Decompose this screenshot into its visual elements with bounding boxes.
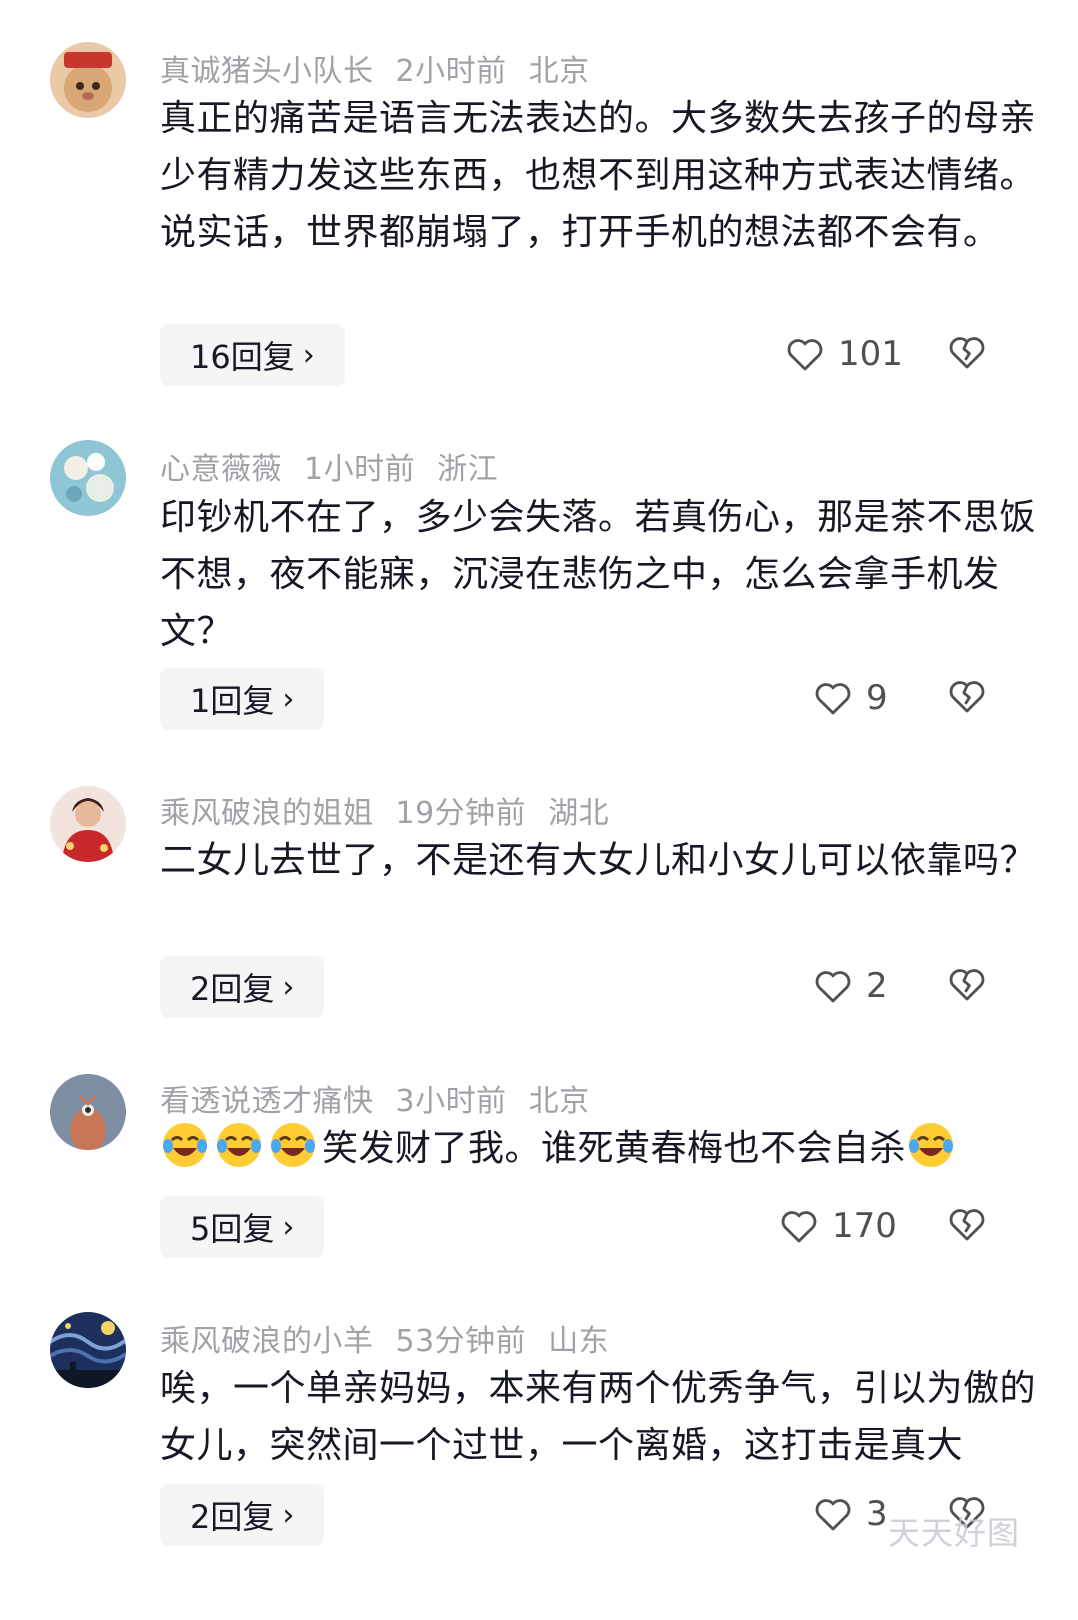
comment-text: 真正的痛苦是语言无法表达的。大多数失去孩子的母亲少有精力发这些东西，也想不到用这…	[160, 98, 1037, 253]
chevron-right-icon: ›	[302, 337, 315, 373]
location: 北京	[528, 54, 590, 89]
laughing-crying-emoji	[214, 1120, 264, 1170]
dislike-button[interactable]	[948, 966, 986, 1002]
comment-meta: 真诚猪头小队长 2小时前 北京	[160, 46, 612, 90]
like-count: 3	[866, 1494, 888, 1534]
username[interactable]: 真诚猪头小队长	[160, 54, 374, 89]
location: 山东	[548, 1324, 610, 1359]
heart-outline-icon	[780, 1208, 818, 1244]
reply-count: 16回复	[190, 338, 295, 376]
chevron-right-icon: ›	[282, 681, 295, 717]
comment-meta: 看透说透才痛快 3小时前 北京	[160, 1076, 612, 1120]
like-button[interactable]: 2	[814, 966, 888, 1006]
broken-heart-icon	[948, 334, 986, 370]
broken-heart-icon	[948, 1206, 986, 1242]
comment-text: 笑发财了我。谁死黄春梅也不会自杀	[160, 1120, 1040, 1177]
view-replies-button[interactable]: 5回复 ›	[160, 1196, 325, 1258]
like-button[interactable]: 3	[814, 1494, 888, 1534]
reply-count: 2回复	[190, 970, 275, 1008]
timestamp: 3小时前	[395, 1084, 507, 1119]
location: 浙江	[437, 452, 499, 487]
username[interactable]: 心意薇薇	[160, 452, 282, 487]
timestamp: 53分钟前	[395, 1324, 527, 1359]
timestamp: 1小时前	[304, 452, 416, 487]
username[interactable]: 乘风破浪的小羊	[160, 1324, 374, 1359]
like-button[interactable]: 170	[780, 1206, 897, 1246]
heart-outline-icon	[814, 968, 852, 1004]
chevron-right-icon: ›	[282, 1209, 295, 1245]
view-replies-button[interactable]: 16回复 ›	[160, 324, 345, 386]
username[interactable]: 乘风破浪的姐姐	[160, 796, 374, 831]
laughing-crying-emoji	[160, 1120, 210, 1170]
reply-count: 1回复	[190, 682, 275, 720]
view-replies-button[interactable]: 2回复 ›	[160, 956, 325, 1018]
heart-outline-icon	[786, 336, 824, 372]
dislike-button[interactable]	[948, 334, 986, 370]
avatar[interactable]	[50, 1312, 126, 1388]
laughing-crying-emoji	[906, 1120, 956, 1170]
view-replies-button[interactable]: 1回复 ›	[160, 668, 325, 730]
timestamp: 2小时前	[395, 54, 507, 89]
avatar[interactable]	[50, 440, 126, 516]
location: 湖北	[548, 796, 610, 831]
comment-meta: 乘风破浪的小羊 53分钟前 山东	[160, 1316, 631, 1360]
heart-outline-icon	[814, 1496, 852, 1532]
like-button[interactable]: 9	[814, 678, 888, 718]
view-replies-button[interactable]: 2回复 ›	[160, 1484, 325, 1546]
dislike-button[interactable]	[948, 1206, 986, 1242]
reply-count: 2回复	[190, 1498, 275, 1536]
watermark: 天天好图	[888, 1514, 1021, 1552]
chevron-right-icon: ›	[282, 1497, 295, 1533]
reply-count: 5回复	[190, 1210, 275, 1248]
comment-text-body: 笑发财了我。谁死黄春梅也不会自杀	[322, 1128, 907, 1169]
comment-text: 唉，一个单亲妈妈，本来有两个优秀争气，引以为傲的女儿，突然间一个过世，一个离婚，…	[160, 1368, 1037, 1466]
broken-heart-icon	[948, 678, 986, 714]
comment-text: 印钞机不在了，多少会失落。若真伤心，那是茶不思饭不想，夜不能寐，沉浸在悲伤之中，…	[160, 497, 1037, 652]
like-count: 2	[866, 966, 888, 1006]
dislike-button[interactable]	[948, 678, 986, 714]
avatar[interactable]	[50, 42, 126, 118]
avatar[interactable]	[50, 1074, 126, 1150]
comment-meta: 心意薇薇 1小时前 浙江	[160, 444, 520, 488]
chevron-right-icon: ›	[282, 969, 295, 1005]
username[interactable]: 看透说透才痛快	[160, 1084, 374, 1119]
comment-meta: 乘风破浪的姐姐 19分钟前 湖北	[160, 788, 631, 832]
like-button[interactable]: 101	[786, 334, 903, 374]
like-count: 9	[866, 678, 888, 718]
like-count: 170	[832, 1206, 897, 1246]
avatar[interactable]	[50, 786, 126, 862]
broken-heart-icon	[948, 966, 986, 1002]
comment-text: 二女儿去世了，不是还有大女儿和小女儿可以依靠吗？	[160, 840, 1037, 881]
timestamp: 19分钟前	[395, 796, 527, 831]
location: 北京	[528, 1084, 590, 1119]
laughing-crying-emoji	[268, 1120, 318, 1170]
heart-outline-icon	[814, 680, 852, 716]
like-count: 101	[838, 334, 903, 374]
